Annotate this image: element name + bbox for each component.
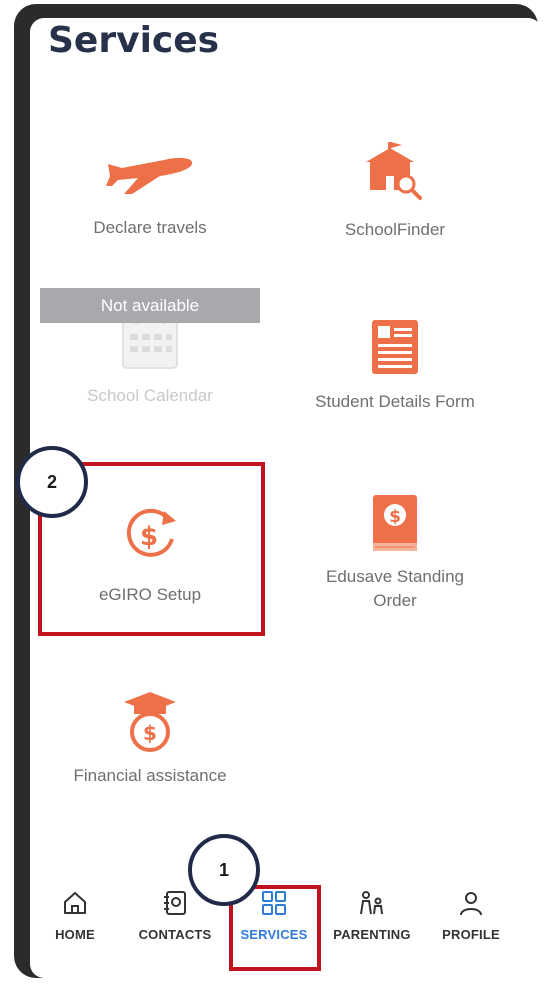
schoolfinder-tile[interactable]: SchoolFinder — [310, 140, 480, 242]
nav-home-label: HOME — [55, 927, 95, 942]
book-dollar-icon: $ — [373, 495, 417, 551]
nav-parenting-label: PARENTING — [333, 927, 411, 942]
school-calendar-tile: School Calendar — [50, 310, 250, 408]
student-details-form-tile[interactable]: Student Details Form — [300, 318, 490, 414]
svg-text:$: $ — [143, 721, 157, 745]
airplane-icon — [106, 157, 193, 194]
step-2-marker: 2 — [16, 446, 88, 518]
step-1-marker: 1 — [188, 834, 260, 906]
edusave-label-line2: Order — [373, 591, 417, 610]
form-icon — [372, 320, 418, 374]
nav-profile[interactable]: PROFILE — [426, 890, 516, 942]
edusave-label-line1: Edusave Standing — [326, 567, 464, 586]
schoolfinder-label: SchoolFinder — [344, 220, 446, 239]
school-search-icon — [366, 142, 422, 200]
not-available-badge: Not available — [40, 288, 260, 323]
nav-contacts-label: CONTACTS — [138, 927, 212, 942]
nav-home[interactable]: HOME — [30, 890, 120, 942]
financial-assistance-tile[interactable]: $ Financial assistance — [50, 690, 250, 788]
profile-icon — [460, 892, 482, 916]
home-icon — [64, 892, 86, 914]
parenting-icon — [360, 891, 383, 915]
page-title: Services — [48, 20, 220, 61]
nav-profile-label: PROFILE — [442, 927, 500, 942]
student-details-form-label: Student Details Form — [315, 392, 475, 411]
declare-travels-tile[interactable]: Declare travels — [50, 148, 250, 240]
graduation-dollar-icon: $ — [124, 692, 176, 752]
svg-text:$: $ — [389, 507, 401, 527]
nav-parenting[interactable]: PARENTING — [327, 890, 417, 942]
contacts-icon — [164, 891, 186, 915]
school-calendar-label: School Calendar — [87, 386, 213, 405]
financial-assistance-label: Financial assistance — [73, 766, 227, 785]
declare-travels-label: Declare travels — [93, 218, 207, 237]
edusave-standing-order-tile[interactable]: $ Edusave Standing Order — [300, 493, 490, 613]
